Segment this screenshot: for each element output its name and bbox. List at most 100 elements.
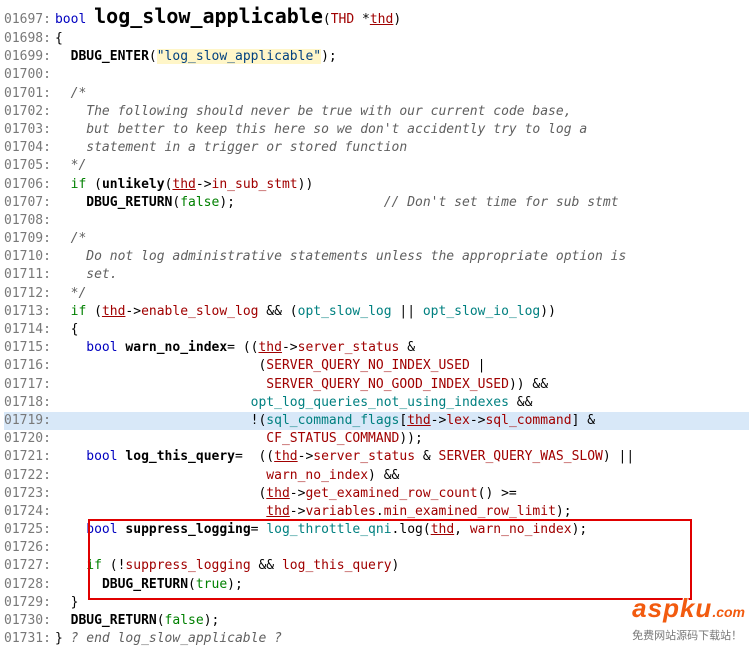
code-line: 01702: The following should never be tru… xyxy=(4,103,749,121)
line-number: 01715: xyxy=(4,340,55,355)
code-line: 01706: if (unlikely(thd->in_sub_stmt)) xyxy=(4,176,749,194)
code-line: 01729: } xyxy=(4,594,749,612)
line-content: warn_no_index) && xyxy=(55,468,399,483)
line-number: 01724: xyxy=(4,504,55,519)
code-line: 01700: xyxy=(4,66,749,84)
line-number: 01706: xyxy=(4,177,55,192)
line-content: DBUG_RETURN(true); xyxy=(55,577,243,592)
line-content: thd->variables.min_examined_row_limit); xyxy=(55,504,572,519)
line-content: !(sql_command_flags[thd->lex->sql_comman… xyxy=(55,413,595,428)
code-line: 01731:} ? end log_slow_applicable ? xyxy=(4,630,749,648)
line-number: 01697: xyxy=(4,12,55,27)
code-line: 01705: */ xyxy=(4,157,749,175)
line-number: 01711: xyxy=(4,267,55,282)
line-content xyxy=(55,213,63,228)
line-number: 01720: xyxy=(4,431,55,446)
line-number: 01729: xyxy=(4,595,55,610)
code-line: 01704: statement in a trigger or stored … xyxy=(4,139,749,157)
line-number: 01698: xyxy=(4,31,55,46)
line-content xyxy=(55,67,63,82)
code-line: 01721: bool log_this_query= ((thd->serve… xyxy=(4,448,749,466)
line-number: 01709: xyxy=(4,231,55,246)
line-content xyxy=(55,540,63,555)
code-line: 01715: bool warn_no_index= ((thd->server… xyxy=(4,339,749,357)
line-content: statement in a trigger or stored functio… xyxy=(55,140,407,155)
line-content: { xyxy=(55,31,63,46)
line-content: DBUG_RETURN(false); xyxy=(55,613,219,628)
line-number: 01719: xyxy=(4,413,55,428)
line-content: (thd->get_examined_row_count() >= xyxy=(55,486,517,501)
line-number: 01705: xyxy=(4,158,55,173)
line-content: bool suppress_logging= log_throttle_qni.… xyxy=(55,522,587,537)
code-line: 01723: (thd->get_examined_row_count() >= xyxy=(4,485,749,503)
code-line: 01711: set. xyxy=(4,266,749,284)
code-line: 01714: { xyxy=(4,321,749,339)
line-content: if (unlikely(thd->in_sub_stmt)) xyxy=(55,177,313,192)
code-line: 01699: DBUG_ENTER("log_slow_applicable")… xyxy=(4,48,749,66)
code-line: 01707: DBUG_RETURN(false); // Don't set … xyxy=(4,194,749,212)
code-line: 01698:{ xyxy=(4,30,749,48)
line-number: 01712: xyxy=(4,286,55,301)
code-line: 01710: Do not log administrative stateme… xyxy=(4,248,749,266)
code-line: 01717: SERVER_QUERY_NO_GOOD_INDEX_USED))… xyxy=(4,376,749,394)
code-line: 01701: /* xyxy=(4,85,749,103)
line-content: DBUG_ENTER("log_slow_applicable"); xyxy=(55,49,337,64)
line-number: 01702: xyxy=(4,104,55,119)
line-number: 01731: xyxy=(4,631,55,646)
line-number: 01721: xyxy=(4,449,55,464)
code-line: 01725: bool suppress_logging= log_thrott… xyxy=(4,521,749,539)
code-line: 01719: !(sql_command_flags[thd->lex->sql… xyxy=(4,412,749,430)
line-number: 01713: xyxy=(4,304,55,319)
code-line: 01728: DBUG_RETURN(true); xyxy=(4,576,749,594)
line-content: */ xyxy=(55,286,86,301)
code-line: 01718: opt_log_queries_not_using_indexes… xyxy=(4,394,749,412)
line-number: 01707: xyxy=(4,195,55,210)
code-line: 01730: DBUG_RETURN(false); xyxy=(4,612,749,630)
line-content: SERVER_QUERY_NO_GOOD_INDEX_USED)) && xyxy=(55,377,548,392)
line-number: 01714: xyxy=(4,322,55,337)
line-number: 01710: xyxy=(4,249,55,264)
line-content: if (!suppress_logging && log_this_query) xyxy=(55,558,399,573)
line-content: DBUG_RETURN(false); // Don't set time fo… xyxy=(55,195,619,210)
line-content: { xyxy=(55,322,78,337)
line-number: 01718: xyxy=(4,395,55,410)
line-content: set. xyxy=(55,267,118,282)
line-content: bool log_this_query= ((thd->server_statu… xyxy=(55,449,634,464)
code-line: 01727: if (!suppress_logging && log_this… xyxy=(4,557,749,575)
line-number: 01717: xyxy=(4,377,55,392)
line-number: 01716: xyxy=(4,358,55,373)
line-content: CF_STATUS_COMMAND)); xyxy=(55,431,423,446)
line-content: */ xyxy=(55,158,86,173)
line-content: bool log_slow_applicable(THD *thd) xyxy=(55,12,401,27)
line-number: 01730: xyxy=(4,613,55,628)
line-number: 01725: xyxy=(4,522,55,537)
code-line: 01697:bool log_slow_applicable(THD *thd) xyxy=(4,2,749,30)
code-line: 01716: (SERVER_QUERY_NO_INDEX_USED | xyxy=(4,357,749,375)
line-content: if (thd->enable_slow_log && (opt_slow_lo… xyxy=(55,304,556,319)
line-content: } ? end log_slow_applicable ? xyxy=(55,631,282,646)
line-content: /* xyxy=(55,86,86,101)
code-line: 01708: xyxy=(4,212,749,230)
line-content: The following should never be true with … xyxy=(55,104,572,119)
line-content: /* xyxy=(55,231,86,246)
line-number: 01723: xyxy=(4,486,55,501)
code-line: 01720: CF_STATUS_COMMAND)); xyxy=(4,430,749,448)
line-number: 01704: xyxy=(4,140,55,155)
line-number: 01728: xyxy=(4,577,55,592)
line-number: 01701: xyxy=(4,86,55,101)
line-number: 01700: xyxy=(4,67,55,82)
code-line: 01703: but better to keep this here so w… xyxy=(4,121,749,139)
line-content: bool warn_no_index= ((thd->server_status… xyxy=(55,340,415,355)
code-line: 01713: if (thd->enable_slow_log && (opt_… xyxy=(4,303,749,321)
line-number: 01722: xyxy=(4,468,55,483)
code-line: 01726: xyxy=(4,539,749,557)
code-viewer: 01697:bool log_slow_applicable(THD *thd)… xyxy=(0,0,751,650)
line-number: 01727: xyxy=(4,558,55,573)
line-content: (SERVER_QUERY_NO_INDEX_USED | xyxy=(55,358,485,373)
line-number: 01699: xyxy=(4,49,55,64)
code-line: 01712: */ xyxy=(4,285,749,303)
line-content: opt_log_queries_not_using_indexes && xyxy=(55,395,532,410)
line-content: } xyxy=(55,595,78,610)
line-number: 01708: xyxy=(4,213,55,228)
code-line: 01722: warn_no_index) && xyxy=(4,467,749,485)
